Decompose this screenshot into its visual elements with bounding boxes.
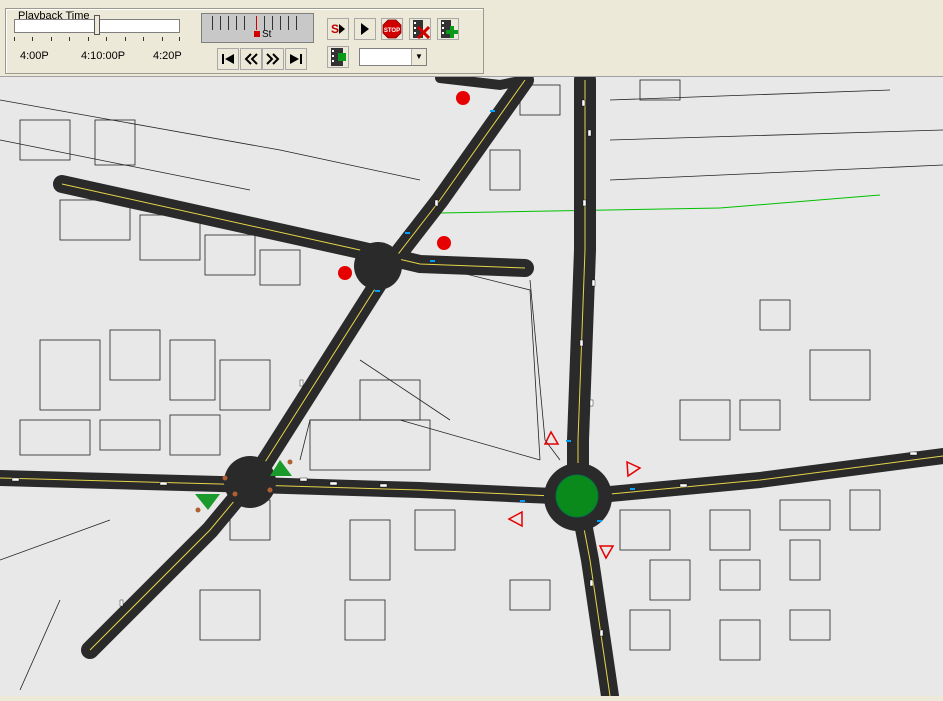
step-play-icon [339,24,345,34]
time-label-end: 4:20P [153,50,182,62]
skip-start-icon [222,54,234,64]
network-map [0,69,943,701]
record-settings-button[interactable] [327,46,349,68]
fast-forward-button[interactable] [262,48,284,70]
film-remove-icon [413,20,430,39]
rewind-button[interactable] [240,48,262,70]
stop-sign-icon: STOP [382,19,402,39]
playback-slider-thumb[interactable] [94,15,100,35]
roundabout-island[interactable] [555,474,599,518]
playback-combo[interactable]: ▼ [359,48,427,66]
play-button[interactable] [354,18,376,40]
playback-toolbar: Playback Time 4:00P 4:10:00P 4:20P St S … [0,0,943,77]
stop-button[interactable]: STOP [381,18,403,40]
film-add-icon [441,20,458,38]
skip-end-icon [290,54,302,64]
film-settings-icon [331,48,346,66]
network-map-view[interactable] [0,69,943,701]
speed-slider[interactable]: St [201,13,314,43]
junction-node-south [224,456,276,508]
speed-marker-icon [254,31,260,37]
rewind-icon [244,53,258,65]
go-to-end-button[interactable] [285,48,307,70]
time-label-mid: 4:10:00P [81,50,126,62]
remove-recording-button[interactable] [409,18,431,40]
play-icon [361,23,369,35]
fast-forward-icon [266,53,280,65]
add-recording-button[interactable] [437,18,459,40]
slider-ticks [14,37,180,43]
svg-text:STOP: STOP [384,28,400,34]
step-label: S [330,22,339,36]
go-to-start-button[interactable] [217,48,239,70]
chevron-down-icon[interactable]: ▼ [411,49,426,65]
step-button[interactable]: S [327,18,349,40]
junction-node [354,242,402,290]
speed-label: St [254,29,271,40]
time-label-start: 4:00P [20,50,49,62]
